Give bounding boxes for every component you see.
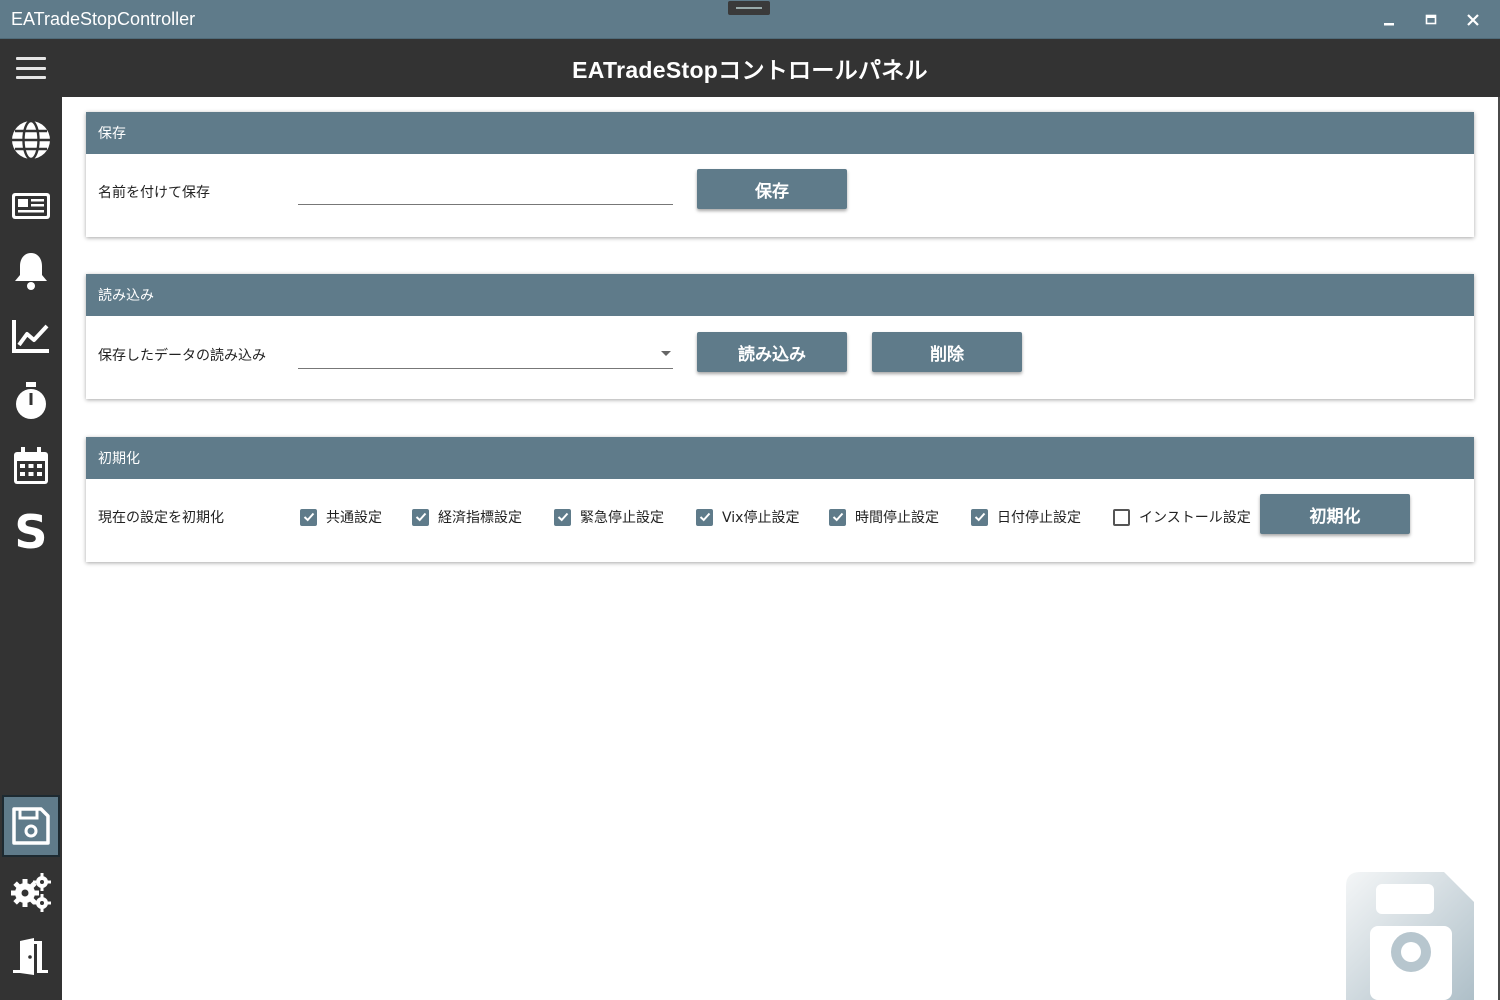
- sidebar-item-chart[interactable]: [2, 305, 60, 367]
- chart-line-icon: [12, 320, 49, 353]
- window-controls: [1372, 8, 1490, 32]
- checkbox-checked-icon: [696, 508, 713, 526]
- saved-data-select[interactable]: [298, 339, 673, 369]
- checkbox-checked-icon: [412, 508, 429, 526]
- reset-label: 現在の設定を初期化: [98, 510, 224, 526]
- save-card: 保存 名前を付けて保存 保存: [86, 112, 1474, 237]
- checkbox-date-stop-settings[interactable]: 日付停止設定: [971, 507, 1081, 527]
- minimize-button[interactable]: [1372, 8, 1406, 32]
- sidebar-item-globe[interactable]: [2, 109, 60, 171]
- checkbox-label: Vix停止設定: [722, 510, 800, 526]
- gears-icon: [11, 873, 51, 912]
- window-titlebar[interactable]: EATradeStopController: [0, 0, 1500, 39]
- checkbox-label: 共通設定: [326, 510, 382, 526]
- checkbox-checked-icon: [554, 508, 571, 526]
- maximize-button[interactable]: [1414, 8, 1448, 32]
- exit-door-icon: [13, 938, 48, 975]
- load-card-header: 読み込み: [86, 274, 1474, 316]
- load-card: 読み込み 保存したデータの読み込み 読み込み 削除: [86, 274, 1474, 399]
- checkbox-install-settings[interactable]: インストール設定: [1113, 507, 1251, 527]
- checkbox-checked-icon: [300, 508, 317, 526]
- sidebar-item-save[interactable]: [2, 795, 60, 857]
- load-card-title: 読み込み: [98, 288, 154, 304]
- save-name-label: 名前を付けて保存: [98, 185, 210, 201]
- load-button[interactable]: 読み込み: [697, 332, 847, 372]
- checkbox-common-settings[interactable]: 共通設定: [300, 507, 382, 527]
- checkbox-label: 経済指標設定: [438, 510, 522, 526]
- checkbox-label: インストール設定: [1139, 510, 1251, 526]
- hamburger-menu-button[interactable]: [12, 53, 50, 83]
- minimize-icon: [1384, 23, 1394, 26]
- dropdown-arrow-icon: [661, 351, 671, 356]
- checkbox-economic-indicator-settings[interactable]: 経済指標設定: [412, 507, 522, 527]
- bell-icon: [15, 253, 47, 290]
- checkbox-label: 緊急停止設定: [580, 510, 664, 526]
- sidebar-item-s[interactable]: S: [2, 500, 60, 562]
- svg-text:S: S: [14, 510, 47, 552]
- save-card-header: 保存: [86, 112, 1474, 154]
- save-card-title: 保存: [98, 126, 126, 142]
- checkbox-emergency-stop-settings[interactable]: 緊急停止設定: [554, 507, 664, 527]
- sidebar-item-notifications[interactable]: [2, 240, 60, 302]
- s-letter-icon: S: [14, 510, 47, 552]
- sidebar-item-settings[interactable]: [2, 860, 60, 922]
- reset-card-header: 初期化: [86, 437, 1474, 479]
- newspaper-icon: [12, 193, 50, 219]
- maximize-icon: [1425, 14, 1437, 25]
- calendar-icon: [14, 447, 48, 484]
- reset-button[interactable]: 初期化: [1260, 494, 1410, 534]
- globe-icon: [12, 119, 50, 161]
- stopwatch-icon: [16, 382, 46, 419]
- checkbox-vix-stop-settings[interactable]: Vix停止設定: [696, 507, 799, 527]
- reset-card-title: 初期化: [98, 451, 140, 467]
- checkbox-unchecked-icon: [1113, 508, 1130, 526]
- drag-handle[interactable]: [728, 1, 770, 15]
- hamburger-menu-icon: [16, 57, 46, 60]
- floppy-disk-icon: [12, 807, 50, 845]
- delete-button[interactable]: 削除: [872, 332, 1022, 372]
- sidebar-item-calendar[interactable]: [2, 435, 60, 497]
- save-button[interactable]: 保存: [697, 169, 847, 209]
- sidebar: S: [0, 97, 62, 1000]
- checkbox-label: 時間停止設定: [855, 510, 939, 526]
- sidebar-item-news[interactable]: [2, 175, 60, 237]
- checkbox-label: 日付停止設定: [997, 510, 1081, 526]
- checkbox-checked-icon: [971, 508, 988, 526]
- reset-card: 初期化 現在の設定を初期化 共通設定 経済指標設定 緊急停止設定 Vix停止設定: [86, 437, 1474, 562]
- save-name-input[interactable]: [298, 175, 673, 205]
- close-icon: [1467, 14, 1479, 26]
- close-button[interactable]: [1456, 8, 1490, 32]
- checkbox-checked-icon: [829, 508, 846, 526]
- sidebar-item-exit[interactable]: [2, 925, 60, 987]
- app-header: EATradeStopコントロールパネル: [0, 39, 1500, 97]
- hamburger-menu-icon-bar: [16, 66, 46, 70]
- floppy-disk-watermark-icon: [1346, 872, 1474, 1000]
- main-content: 保存 名前を付けて保存 保存 読み込み 保存したデータの読み込み 読み込み 削除…: [62, 97, 1498, 1000]
- load-data-label: 保存したデータの読み込み: [98, 348, 266, 364]
- checkbox-time-stop-settings[interactable]: 時間停止設定: [829, 507, 939, 527]
- hamburger-menu-icon-bar: [16, 76, 46, 79]
- page-title: EATradeStopコントロールパネル: [572, 57, 928, 83]
- reset-options: 現在の設定を初期化 共通設定 経済指標設定 緊急停止設定 Vix停止設定 時間停…: [86, 479, 1474, 562]
- window-title: EATradeStopController: [11, 8, 196, 29]
- sidebar-item-timer[interactable]: [2, 370, 60, 432]
